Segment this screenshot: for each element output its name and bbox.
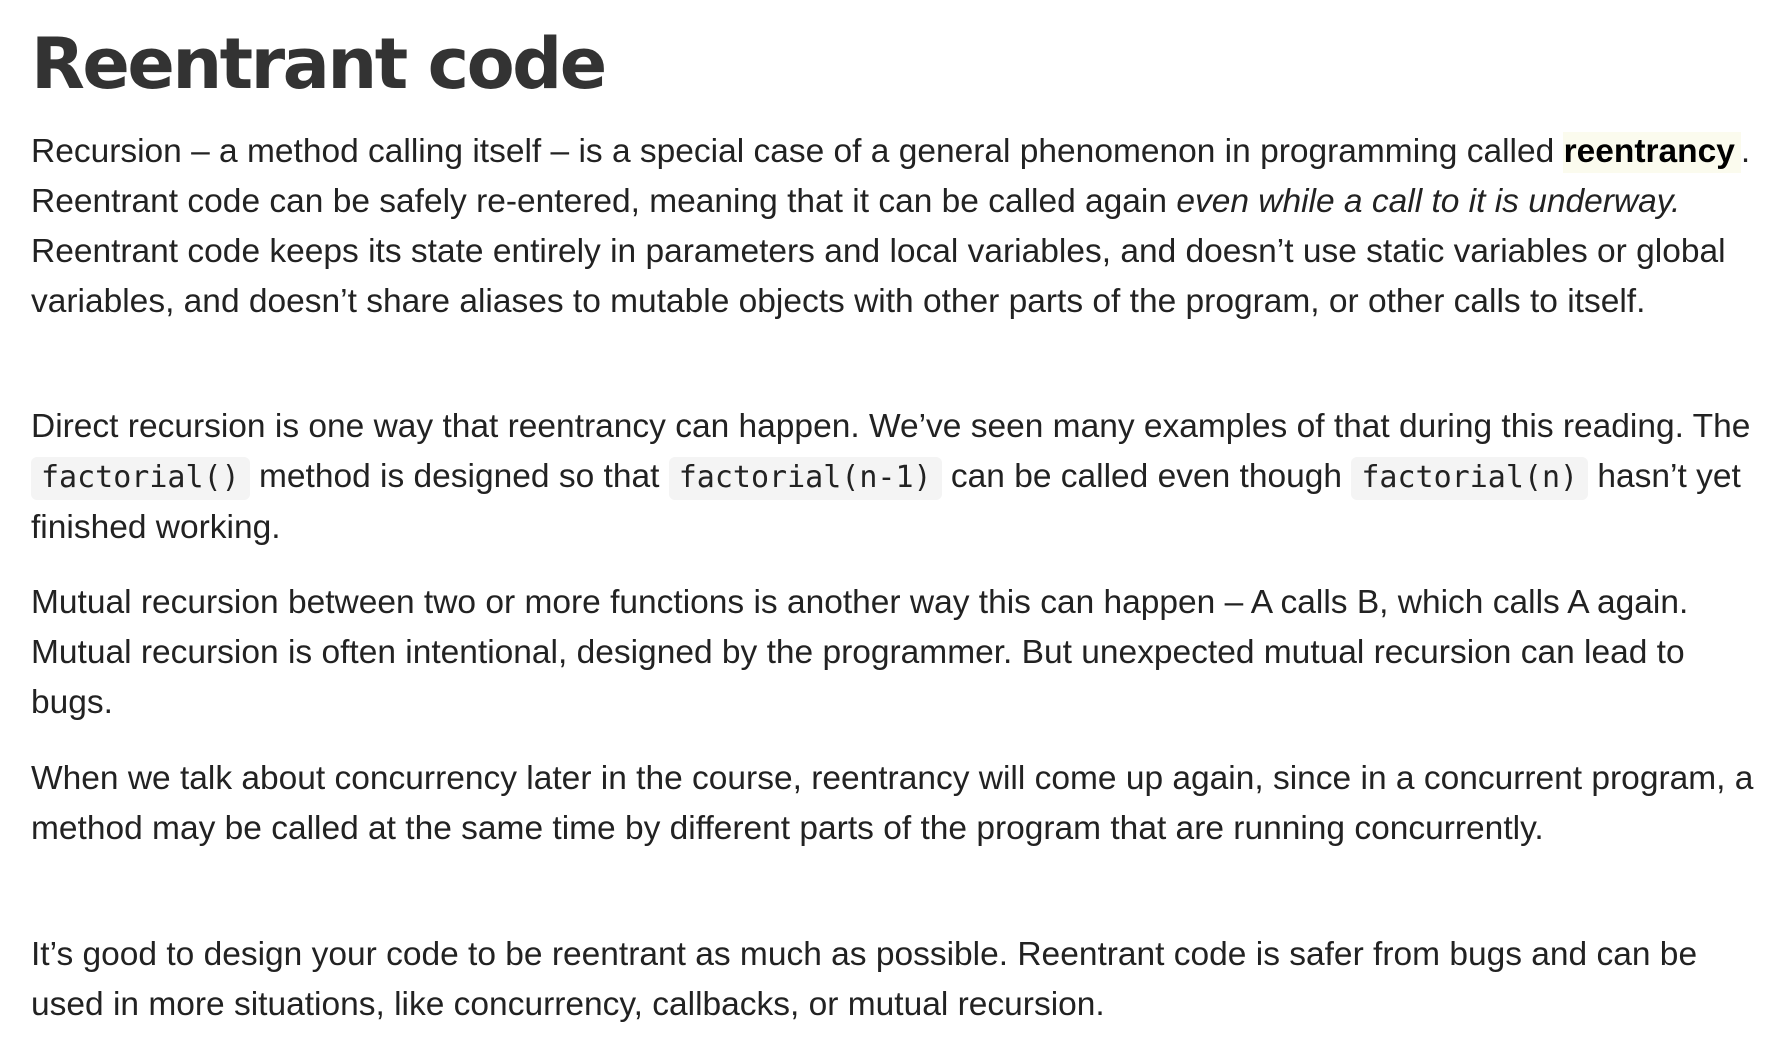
text-segment: can be called even though	[941, 458, 1352, 495]
paragraph-mutual-recursion: Mutual recursion between two or more fun…	[31, 578, 1771, 728]
article: Reentrant code Recursion – a method call…	[31, 0, 1771, 1023]
text-segment: method is designed so that	[249, 458, 669, 495]
emphasized-text: even while a call to it is underway.	[1176, 183, 1681, 220]
inline-code: factorial(n-1)	[668, 457, 942, 500]
paragraph-text: When we talk about concurrency later in …	[31, 760, 1754, 847]
text-segment: Reentrant code keeps its state entirely …	[31, 233, 1726, 320]
paragraph-reentrancy-definition: Recursion – a method calling itself – is…	[31, 127, 1771, 327]
inline-code: factorial(n)	[1351, 457, 1589, 500]
inline-code: factorial()	[31, 457, 250, 500]
paragraph-direct-recursion: Direct recursion is one way that reentra…	[31, 402, 1771, 553]
page-title: Reentrant code	[31, 23, 607, 105]
paragraph-text: Mutual recursion between two or more fun…	[31, 584, 1689, 721]
text-segment: Recursion – a method calling itself – is…	[31, 133, 1564, 170]
defined-term: reentrancy	[1562, 132, 1741, 173]
paragraph-design-advice: It’s good to design your code to be reen…	[31, 930, 1771, 1030]
paragraph-concurrency: When we talk about concurrency later in …	[31, 754, 1771, 854]
paragraph-text: It’s good to design your code to be reen…	[31, 936, 1698, 1023]
text-segment: Direct recursion is one way that reentra…	[31, 408, 1751, 445]
